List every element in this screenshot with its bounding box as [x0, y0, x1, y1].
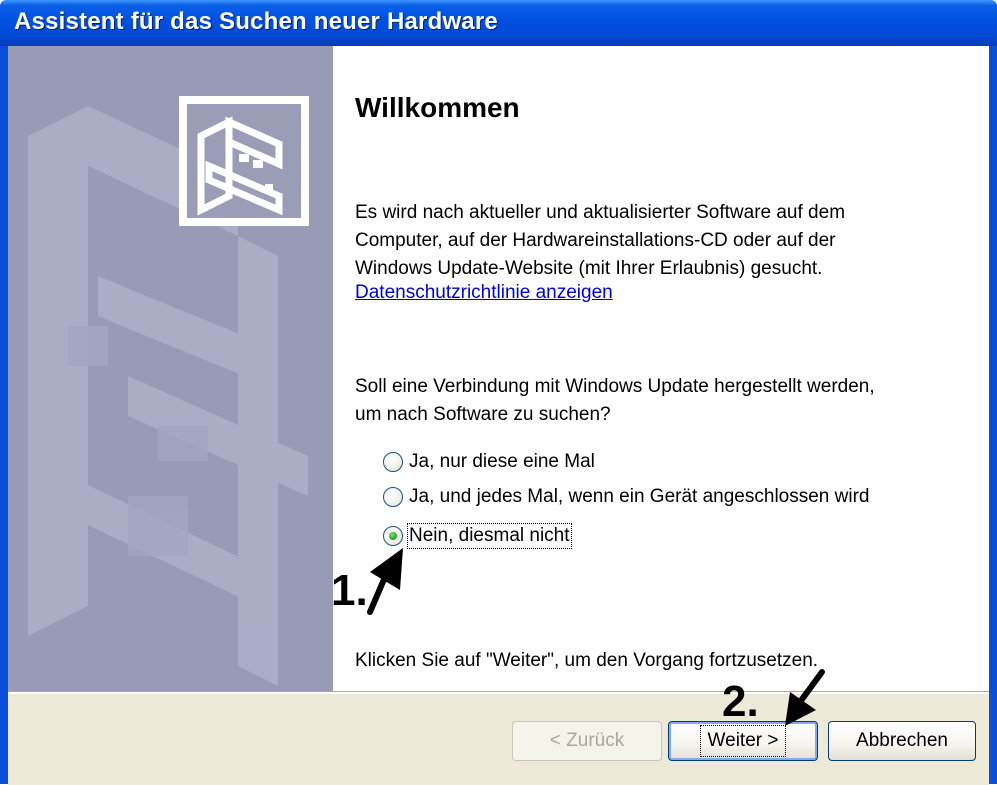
step-2-marker: 2.: [722, 677, 759, 726]
continue-hint: Klicken Sie auf "Weiter", um den Vorgang…: [355, 647, 955, 675]
next-button-label: Weiter >: [699, 725, 787, 757]
question-text: Soll eine Verbindung mit Windows Update …: [355, 373, 955, 429]
intro-line: Windows Update-Website (mit Ihrer Erlaub…: [355, 258, 823, 279]
radio-button[interactable]: [383, 487, 403, 507]
back-button[interactable]: < Zurück: [512, 721, 662, 761]
radio-label: Nein, diesmal nicht: [407, 523, 572, 549]
hardware-card-icon: [179, 96, 309, 226]
wizard-sidebar: [8, 46, 333, 691]
radio-button[interactable]: [383, 452, 403, 472]
question-line: Soll eine Verbindung mit Windows Update …: [355, 376, 875, 397]
next-button[interactable]: Weiter >: [668, 721, 818, 761]
radio-option-once[interactable]: Ja, nur diese eine Mal: [383, 447, 595, 477]
cancel-button-label: Abbrechen: [856, 730, 948, 751]
question-line: um nach Software zu suchen?: [355, 404, 611, 425]
privacy-policy-link[interactable]: Datenschutzrichtlinie anzeigen: [355, 282, 613, 304]
back-button-label: < Zurück: [549, 730, 625, 751]
radio-option-not-now[interactable]: Nein, diesmal nicht: [383, 521, 572, 551]
footer-divider: [8, 692, 989, 694]
title-bar[interactable]: Assistent für das Suchen neuer Hardware: [0, 0, 997, 46]
intro-text: Es wird nach aktueller und aktualisierte…: [355, 199, 955, 283]
intro-line: Computer, auf der Hardwareinstallations-…: [355, 230, 836, 251]
intro-line: Es wird nach aktueller und aktualisierte…: [355, 202, 846, 223]
radio-label: Ja, und jedes Mal, wenn ein Gerät angesc…: [409, 486, 870, 507]
radio-button-selected[interactable]: [383, 526, 403, 546]
step-1-marker: 1.: [331, 566, 368, 615]
window-frame-left: [0, 46, 8, 784]
window-frame-right: [989, 46, 997, 784]
wizard-content: Willkommen Es wird nach aktueller und ak…: [333, 46, 989, 691]
window-title: Assistent für das Suchen neuer Hardware: [14, 8, 498, 35]
radio-label: Ja, nur diese eine Mal: [409, 451, 595, 472]
radio-option-always[interactable]: Ja, und jedes Mal, wenn ein Gerät angesc…: [383, 482, 869, 512]
continue-hint-text: Klicken Sie auf "Weiter", um den Vorgang…: [355, 650, 819, 671]
page-title: Willkommen: [355, 92, 520, 123]
cancel-button[interactable]: Abbrechen: [828, 721, 976, 761]
